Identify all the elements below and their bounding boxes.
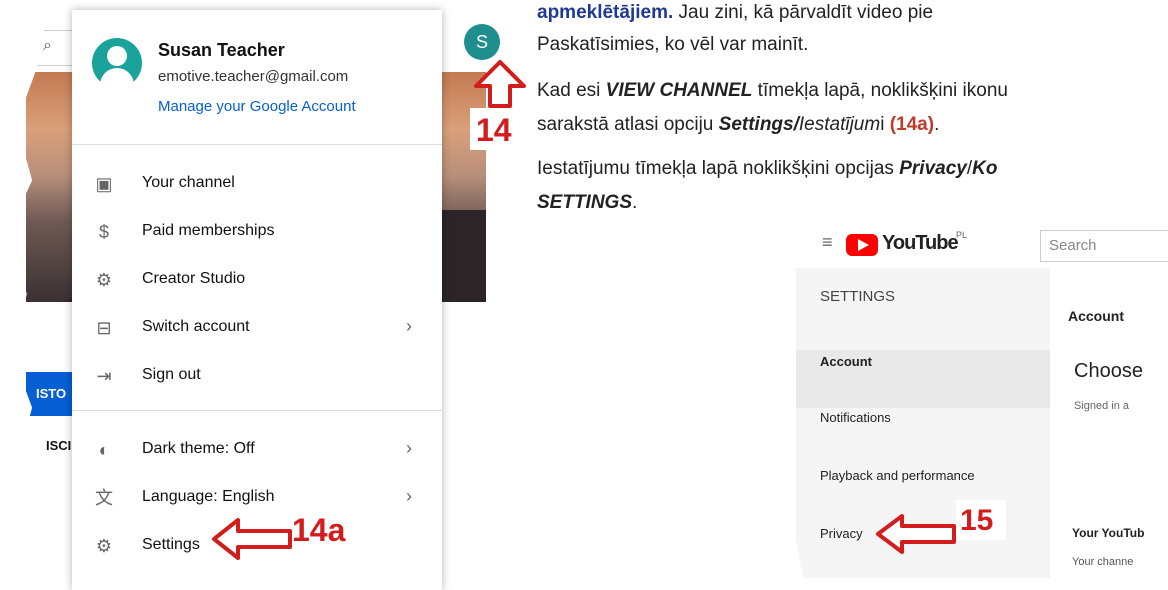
menu-item-label: Switch account	[142, 318, 250, 335]
callout-step-14: 14	[476, 112, 512, 148]
menu-item-label: Dark theme: Off	[142, 440, 255, 457]
menu-item-label: Sign out	[142, 366, 201, 383]
menu-item-paid-memberships[interactable]: $ Paid memberships	[72, 212, 442, 252]
menu-item-dark-theme[interactable]: ◐ Dark theme: Off ›	[72, 430, 442, 470]
dark-theme-icon: ◐	[98, 440, 110, 460]
instruction-line-6: SETTINGS.	[537, 192, 638, 213]
callout-arrow-left	[876, 514, 956, 554]
profile-head-shape	[107, 46, 127, 66]
instruction-line-2: Paskatīsimies, ko vēl var mainīt.	[537, 34, 809, 55]
main-account-heading: Account	[1068, 308, 1124, 324]
profile-email: emotive.teacher@gmail.com	[158, 68, 349, 85]
hamburger-menu-icon[interactable]: ≡	[822, 232, 833, 253]
sidebar-item-notifications[interactable]: Notifications	[820, 410, 891, 425]
sign-out-icon: ⇥	[96, 366, 112, 386]
chevron-right-icon: ›	[406, 486, 412, 506]
youtube-logo-icon[interactable]	[846, 234, 878, 256]
youtube-region-label: PL	[956, 230, 968, 240]
sidebar-item-privacy[interactable]: Privacy	[820, 526, 863, 541]
menu-item-label: Settings	[142, 536, 200, 553]
menu-item-label: Your channel	[142, 174, 235, 191]
callout-arrow-up	[474, 60, 526, 108]
sidebar-item-playback[interactable]: Playback and performance	[820, 468, 975, 483]
search-placeholder: Search	[1049, 237, 1097, 254]
menu-item-creator-studio[interactable]: ⚙ Creator Studio	[72, 260, 442, 300]
manage-account-link[interactable]: Manage your Google Account	[158, 98, 356, 115]
instruction-line-3: Kad esi VIEW CHANNEL tīmekļa lapā, nokli…	[537, 80, 1008, 101]
switch-account-icon: ⊟	[96, 318, 112, 338]
callout-arrow-left	[212, 518, 292, 560]
callout-step-14a: 14a	[292, 512, 346, 548]
menu-item-sign-out[interactable]: ⇥ Sign out	[72, 356, 442, 396]
menu-item-switch-account[interactable]: ⊟ Switch account ›	[72, 308, 442, 348]
settings-heading: SETTINGS	[820, 288, 896, 305]
person-box-icon: ▣	[95, 174, 113, 194]
main-signed-in-text: Signed in a	[1074, 400, 1130, 412]
gear-icon: ⚙	[95, 270, 113, 290]
menu-item-label: Creator Studio	[142, 270, 246, 287]
discussion-tab[interactable]: ISCI	[46, 438, 71, 453]
instruction-line-5: Iestatījumu tīmekļa lapā noklikšķini opc…	[537, 158, 998, 179]
profile-avatar	[92, 38, 142, 88]
translate-icon: 文	[95, 488, 113, 508]
chevron-right-icon: ›	[406, 438, 412, 458]
profile-body-shape	[100, 68, 134, 88]
menu-item-label: Language: English	[142, 488, 275, 505]
youtube-logo-text[interactable]: YouTube	[882, 232, 959, 255]
menu-item-language[interactable]: 文 Language: English ›	[72, 478, 442, 518]
main-choose-heading: Choose	[1074, 360, 1143, 382]
menu-item-label: Paid memberships	[142, 222, 275, 239]
divider	[72, 410, 442, 411]
dollar-circle-icon: $	[98, 222, 109, 242]
account-avatar-button[interactable]: S	[464, 24, 500, 60]
main-your-youtube: Your YouTub	[1072, 526, 1145, 540]
youtube-settings-screenshot: ≡ YouTube PL Search SETTINGS Account Not…	[796, 204, 1168, 578]
main-your-channel: Your channe	[1072, 556, 1134, 568]
divider	[72, 144, 442, 145]
search-input[interactable]: Search	[1040, 230, 1168, 262]
instruction-line-4: sarakstā atlasi opciju Settings/Iestatīj…	[537, 114, 940, 135]
instruction-line-1: apmeklētājiem. Jau zini, kā pārvaldīt vi…	[537, 2, 934, 23]
account-menu: Susan Teacher emotive.teacher@gmail.com …	[72, 10, 442, 590]
search-icon[interactable]: ⌕	[43, 37, 52, 55]
chevron-right-icon: ›	[406, 316, 412, 336]
gear-icon: ⚙	[95, 536, 113, 556]
menu-item-your-channel[interactable]: ▣ Your channel	[72, 164, 442, 204]
callout-step-15: 15	[960, 504, 994, 537]
sidebar-item-account[interactable]: Account	[820, 354, 872, 369]
profile-name: Susan Teacher	[158, 40, 285, 60]
